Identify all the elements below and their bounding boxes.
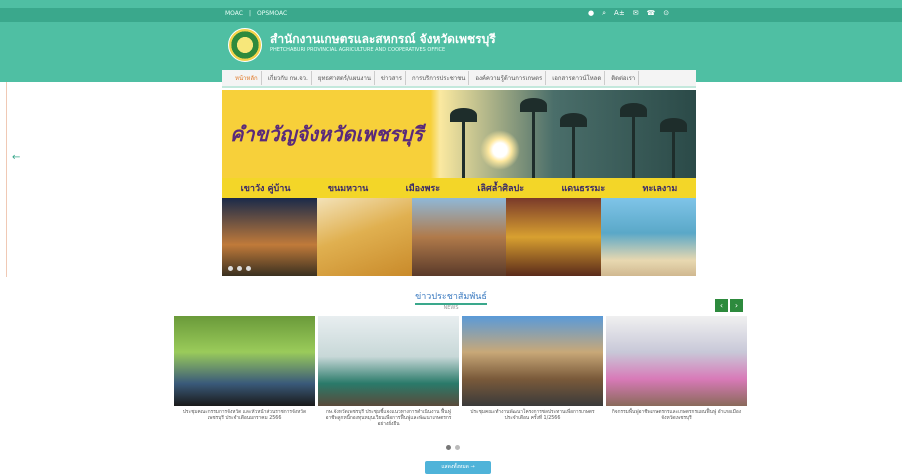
- nav-downloads[interactable]: เอกสารดาวน์โหลด: [549, 71, 606, 85]
- left-guide-line: [6, 82, 7, 277]
- nav-contact[interactable]: ติดต่อเรา: [608, 71, 640, 85]
- top-links: MOAC | OPSMOAC: [225, 10, 287, 17]
- news-list: ประชุมคณะกรรมการจังหวัด และหัวหน้าส่วนรา…: [174, 316, 747, 428]
- top-link-moac[interactable]: MOAC: [225, 10, 243, 17]
- news-card[interactable]: ประชุมคณะกรรมการจังหวัด และหัวหน้าส่วนรา…: [174, 316, 315, 428]
- hero-photo-dessert: [316, 198, 412, 276]
- hero-upper: คำขวัญจังหวัดเพชรบุรี: [222, 90, 696, 178]
- chevron-left-icon[interactable]: ‹: [715, 299, 728, 312]
- text-size-icon[interactable]: A±: [614, 9, 625, 18]
- news-image[interactable]: [462, 316, 603, 406]
- news-pagination: [446, 445, 460, 450]
- motto-item: แดนธรรมะ: [561, 184, 606, 194]
- chevron-right-icon[interactable]: ›: [730, 299, 743, 312]
- office-logo[interactable]: [228, 28, 262, 62]
- motto-item: ขนมหวาน: [327, 184, 369, 194]
- news-caption[interactable]: กษ.จังหวัดเพชรบุรี ประชุมชี้แจงแนวทางการ…: [318, 410, 459, 428]
- news-caption[interactable]: กิจกรรมพื้นฟูอาชีพเกษตรกรและเกษตรกรแผนฟื…: [606, 410, 747, 422]
- hero-dot[interactable]: [228, 266, 233, 271]
- user-icon[interactable]: ●: [588, 9, 594, 18]
- motto-item: เมืองพระ: [405, 184, 441, 194]
- nav-about[interactable]: เกี่ยวกับ กษ.จว.: [265, 71, 312, 85]
- phone-icon[interactable]: ☎: [647, 9, 656, 18]
- site-subtitle: PHETCHABURI PROVINCIAL AGRICULTURE AND C…: [270, 47, 446, 53]
- nav-knowledge[interactable]: องค์ความรู้ด้านการเกษตร: [472, 71, 547, 85]
- news-caption[interactable]: ประชุมคณะทำงานพัฒนาโครงการชลประทานเพื่อก…: [462, 410, 603, 422]
- mail-icon[interactable]: ✉: [633, 9, 639, 18]
- palm-tree: [660, 118, 687, 178]
- search-icon[interactable]: ⌕: [602, 9, 606, 18]
- palm-tree: [520, 98, 547, 178]
- arrow-left-icon[interactable]: ←: [12, 152, 20, 163]
- hero-banner[interactable]: คำขวัญจังหวัดเพชรบุรี เขาวัง คู่บ้าน ขนม…: [222, 90, 696, 276]
- news-image[interactable]: [318, 316, 459, 406]
- show-all-button[interactable]: แสดงทั้งหมด →: [425, 461, 491, 474]
- hero-photo-palace: [222, 198, 317, 276]
- nav-strategy[interactable]: ยุทธศาสตร์/แผนงาน: [315, 71, 375, 85]
- palm-tree: [560, 113, 587, 178]
- nav-services[interactable]: การบริการประชาชน: [409, 71, 470, 85]
- news-image[interactable]: [606, 316, 747, 406]
- hero-dot[interactable]: [246, 266, 251, 271]
- palm-tree: [450, 108, 477, 178]
- motto-item: เขาวัง คู่บ้าน: [240, 184, 291, 194]
- top-strip: [0, 8, 902, 22]
- hero-photos: [222, 198, 696, 276]
- separator: |: [248, 10, 252, 17]
- palm-tree: [620, 103, 647, 178]
- news-dot-active[interactable]: [446, 445, 451, 450]
- hero-photo-buddha: [506, 198, 602, 276]
- hero-title: คำขวัญจังหวัดเพชรบุรี: [230, 122, 424, 146]
- news-card[interactable]: ประชุมคณะทำงานพัฒนาโครงการชลประทานเพื่อก…: [462, 316, 603, 428]
- news-heading: ข่าวประชาสัมพันธ์: [0, 289, 902, 305]
- news-title: ข่าวประชาสัมพันธ์: [415, 292, 487, 305]
- news-subtitle: NEWS: [443, 305, 459, 311]
- nav-home[interactable]: หน้าหลัก: [232, 71, 262, 85]
- motto-item: ทะเลงาม: [642, 184, 678, 194]
- news-dot[interactable]: [455, 445, 460, 450]
- hero-photo-beach: [601, 198, 696, 276]
- news-image[interactable]: [174, 316, 315, 406]
- top-link-opsmoac[interactable]: OPSMOAC: [257, 10, 287, 17]
- hero-photo-temple: [411, 198, 507, 276]
- news-caption[interactable]: ประชุมคณะกรรมการจังหวัด และหัวหน้าส่วนรา…: [174, 410, 315, 422]
- news-arrows: ‹ ›: [715, 299, 743, 312]
- hero-dot[interactable]: [237, 266, 242, 271]
- news-card[interactable]: กิจกรรมพื้นฟูอาชีพเกษตรกรและเกษตรกรแผนฟื…: [606, 316, 747, 428]
- top-icons: ● ⌕ A± ✉ ☎ ⊙: [588, 9, 669, 18]
- hero-pagination: [228, 266, 251, 271]
- motto-band: เขาวัง คู่บ้าน ขนมหวาน เมืองพระ เลิศล้ำศ…: [222, 178, 696, 198]
- motto-item: เลิศล้ำศิลปะ: [477, 184, 525, 194]
- news-card[interactable]: กษ.จังหวัดเพชรบุรี ประชุมชี้แจงแนวทางการ…: [318, 316, 459, 428]
- sun-glow: [480, 130, 520, 170]
- location-icon[interactable]: ⊙: [663, 9, 669, 18]
- nav-news[interactable]: ข่าวสาร: [378, 71, 407, 85]
- main-nav: หน้าหลัก เกี่ยวกับ กษ.จว. ยุทธศาสตร์/แผน…: [222, 70, 696, 88]
